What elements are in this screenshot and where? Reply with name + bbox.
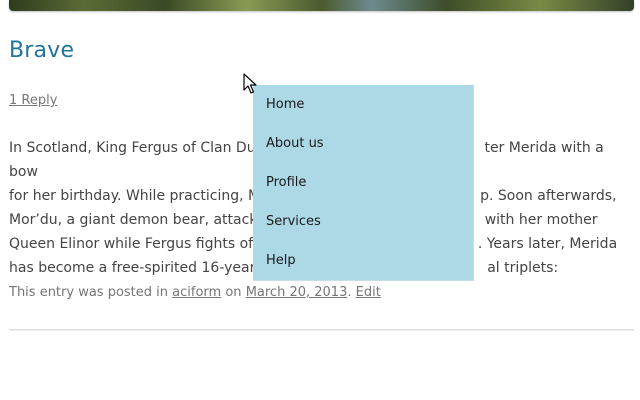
menu-item-help[interactable]: Help [253, 241, 473, 280]
post-date-link[interactable]: March 20, 2013 [246, 285, 348, 300]
entry-meta: This entry was posted in aciform on Marc… [9, 285, 381, 301]
category-link[interactable]: aciform [172, 285, 221, 300]
meta-prefix: This entry was posted in [9, 285, 169, 300]
post-header-image [9, 0, 634, 11]
edit-link[interactable]: Edit [356, 285, 381, 300]
comments-link[interactable]: 1 Reply [9, 93, 57, 109]
post-title-link[interactable]: Brave [9, 36, 74, 66]
meta-on: on [225, 285, 242, 300]
meta-period: . [347, 285, 352, 300]
menu-item-about-us[interactable]: About us [253, 124, 473, 163]
mouse-pointer-icon [243, 73, 257, 94]
menu-item-services[interactable]: Services [253, 202, 473, 241]
menu-item-profile[interactable]: Profile [253, 163, 473, 202]
post-separator [9, 329, 634, 331]
dropdown-menu: Home About us Profile Services Help [253, 85, 474, 281]
menu-item-home[interactable]: Home [253, 85, 473, 124]
